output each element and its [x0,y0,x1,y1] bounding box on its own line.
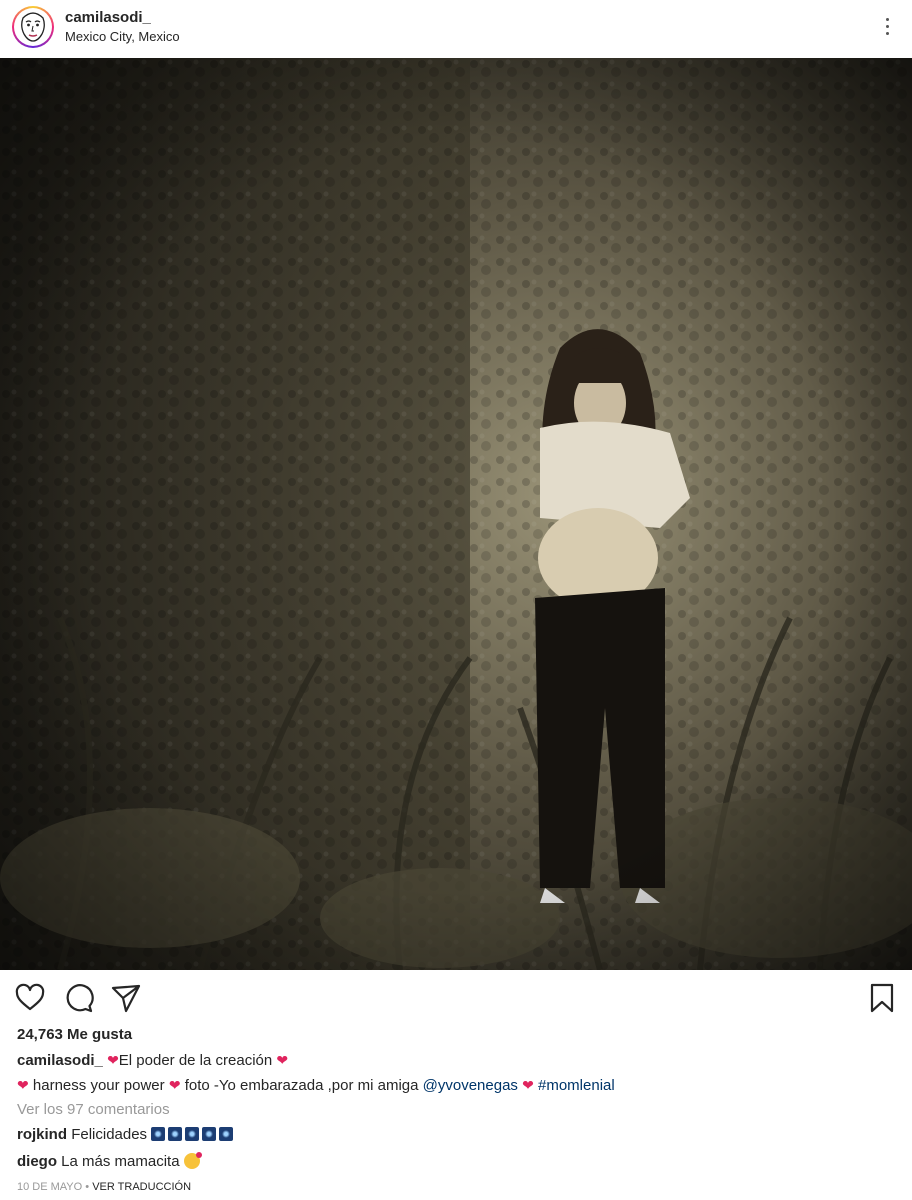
caption-line2-a: harness your power [32,1077,165,1094]
translate-link[interactable]: VER TRADUCCIÓN [92,1181,191,1193]
caption: camilasodi_ ❤El poder de la creación ❤ ❤… [17,1048,897,1098]
share-icon[interactable] [110,982,142,1014]
username[interactable]: camilasodi_ [65,9,151,26]
heart-emoji-icon: ❤ [17,1077,29,1093]
view-comments-link[interactable]: Ver los 97 comentarios [17,1101,170,1118]
likes-count[interactable]: 24,763 Me gusta [17,1026,132,1043]
caption-line2-b: foto -Yo embarazada ,por mi amiga [184,1077,419,1094]
sparkle-emoji-icons [151,1126,236,1143]
post-header: camilasodi_ Mexico City, Mexico [0,0,912,58]
heart-emoji-icon: ❤ [276,1052,289,1068]
bookmark-icon[interactable] [866,982,898,1014]
comment-username[interactable]: rojkind [17,1126,67,1143]
separator: • [85,1181,90,1193]
post-footer: 10 DE MAYO • VER TRADUCCIÓN [17,1181,191,1193]
more-options-icon[interactable] [884,18,890,38]
comment-text: Felicidades [71,1126,148,1143]
comment-icon[interactable] [62,982,94,1014]
comment-item: diego La más mamacita [17,1152,202,1170]
avatar-illustration [16,10,50,44]
location[interactable]: Mexico City, Mexico [65,29,180,44]
caption-line1: El poder de la creación [118,1052,273,1069]
hashtag-link[interactable]: #momlenial [538,1077,615,1094]
heart-emoji-icon: ❤ [522,1077,534,1093]
kiss-emoji-icon [183,1152,202,1169]
comment-text: La más mamacita [61,1153,180,1170]
heart-emoji-icon: ❤ [168,1077,181,1093]
heart-emoji-icon: ❤ [107,1052,119,1068]
caption-username[interactable]: camilasodi_ [17,1052,103,1069]
comment-item: rojkind Felicidades [17,1126,236,1143]
action-bar [0,970,912,1024]
comment-username[interactable]: diego [17,1153,57,1170]
post-photo[interactable] [0,58,912,970]
post-date: 10 DE MAYO [17,1181,83,1193]
heart-icon[interactable] [14,982,46,1014]
mention-link[interactable]: @yvovenegas [423,1077,518,1094]
avatar[interactable] [12,6,54,48]
